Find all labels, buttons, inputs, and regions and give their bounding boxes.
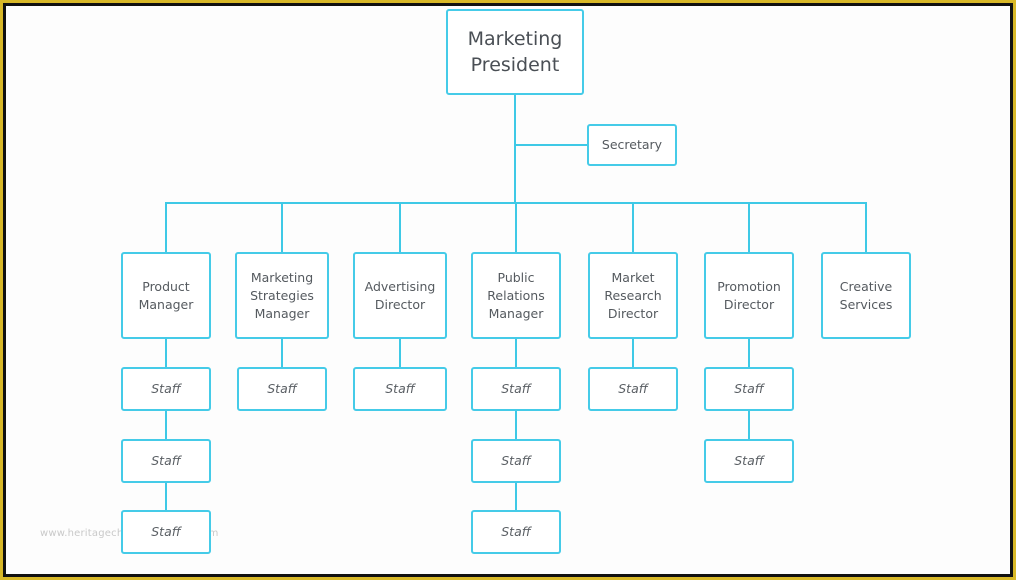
connector-to-department [515, 202, 517, 252]
staff-box: Staff [471, 439, 561, 483]
connector-to-staff [632, 339, 634, 367]
department-box: Advertising Director [353, 252, 447, 339]
staff-box: Staff [704, 439, 794, 483]
connector-secretary [516, 144, 587, 146]
org-chart: Marketing President Secretary www.herita… [6, 6, 1010, 574]
connector-to-staff [748, 411, 750, 439]
staff-box: Staff [471, 367, 561, 411]
staff-box: Staff [121, 439, 211, 483]
connector-to-department [632, 202, 634, 252]
staff-box: Staff [121, 367, 211, 411]
staff-box: Staff [121, 510, 211, 554]
secretary-box: Secretary [587, 124, 677, 166]
connector-to-department [281, 202, 283, 252]
connector-to-staff [515, 339, 517, 367]
connector-to-department [399, 202, 401, 252]
staff-box: Staff [353, 367, 447, 411]
connector-to-staff [281, 339, 283, 367]
department-box: Promotion Director [704, 252, 794, 339]
connector-to-department [865, 202, 867, 252]
connector-to-staff [748, 339, 750, 367]
department-box: Product Manager [121, 252, 211, 339]
connector-to-staff [165, 339, 167, 367]
connector-to-staff [399, 339, 401, 367]
staff-box: Staff [588, 367, 678, 411]
connector-to-staff [515, 483, 517, 510]
connector-to-department [748, 202, 750, 252]
connector-president-trunk [514, 95, 516, 203]
staff-box: Staff [704, 367, 794, 411]
department-box: Market Research Director [588, 252, 678, 339]
frame: Marketing President Secretary www.herita… [3, 3, 1013, 577]
department-box: Creative Services [821, 252, 911, 339]
staff-box: Staff [237, 367, 327, 411]
staff-box: Staff [471, 510, 561, 554]
connector-to-staff [515, 411, 517, 439]
president-box: Marketing President [446, 9, 584, 95]
connector-to-department [165, 202, 167, 252]
connector-to-staff [165, 411, 167, 439]
department-box: Public Relations Manager [471, 252, 561, 339]
connector-to-staff [165, 483, 167, 510]
department-box: Marketing Strategies Manager [235, 252, 329, 339]
